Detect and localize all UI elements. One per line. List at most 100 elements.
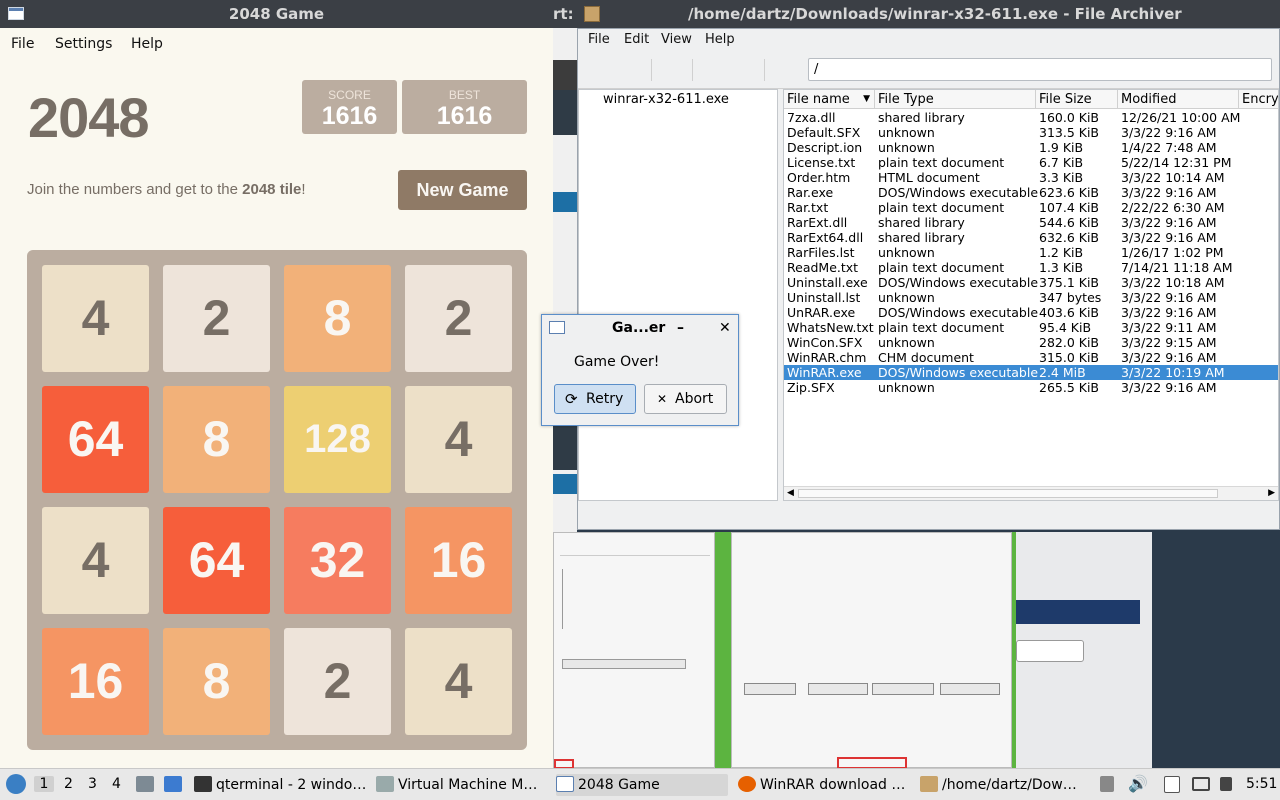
tile: 128 (284, 386, 391, 493)
game-window-titlebar[interactable]: 2048 Game (0, 0, 553, 28)
task-label: qterminal - 2 windo… (216, 777, 366, 793)
tile: 2 (405, 265, 512, 372)
file-row[interactable]: 7zxa.dll shared library 160.0 KiB 12/26/21 … (784, 110, 1278, 125)
horizontal-scrollbar[interactable]: ◀ ▶ (784, 486, 1278, 500)
file-modified: 5/22/14 12:31 PM (1121, 155, 1232, 170)
file-row[interactable]: ReadMe.txt plain text document 1.3 KiB 7/14… (784, 260, 1278, 275)
window-icon (556, 776, 574, 792)
file-row[interactable]: UnRAR.exe DOS/Windows executable 403.6 KiB… (784, 305, 1278, 320)
new-game-button[interactable]: New Game (398, 170, 527, 210)
file-type: plain text document (878, 260, 1005, 275)
app-menu-icon[interactable] (6, 774, 26, 794)
file-row[interactable]: License.txt plain text document 6.7 KiB 5/2… (784, 155, 1278, 170)
workspace-4[interactable]: 4 (112, 776, 121, 792)
file-row[interactable]: Order.htm HTML document 3.3 KiB 3/3/22 10:1… (784, 170, 1278, 185)
file-row[interactable]: Rar.exe DOS/Windows executable 623.6 KiB 3/… (784, 185, 1278, 200)
column-header-file-name[interactable]: File name ▼ (784, 90, 875, 109)
file-row[interactable]: WinCon.SFX unknown 282.0 KiB 3/3/22 9:15 AM (784, 335, 1278, 350)
task-2048-game[interactable]: 2048 Game (556, 774, 728, 796)
task-file-archiver[interactable]: /home/dartz/Dow… (920, 774, 1092, 796)
archiver-menu-file[interactable]: File (588, 32, 610, 47)
path-input[interactable] (808, 58, 1272, 81)
file-row[interactable]: Zip.SFX unknown 265.5 KiB 3/3/22 9:16 AM (784, 380, 1278, 395)
file-modified: 3/3/22 9:16 AM (1121, 305, 1217, 320)
scroll-left-icon[interactable]: ◀ (787, 487, 794, 500)
game-heading: 2048 (28, 86, 150, 149)
best-box: BEST 1616 (402, 80, 527, 134)
file-name: RarExt64.dll (787, 230, 864, 245)
column-header-file-size[interactable]: File Size (1036, 90, 1118, 109)
game-board[interactable]: 4 2 8 2 64 8 128 4 4 64 32 16 16 8 2 4 (27, 250, 527, 750)
file-list-pane: File name ▼ File Type File Size Modified … (783, 89, 1279, 501)
task-label: /home/dartz/Dow… (942, 777, 1077, 793)
file-row[interactable]: WinRAR.exe DOS/Windows executable 2.4 MiB 3… (784, 365, 1278, 380)
background-green-border (715, 532, 731, 768)
file-size: 265.5 KiB (1039, 380, 1100, 395)
abort-button[interactable]: ✕ Abort (644, 384, 727, 414)
file-type: HTML document (878, 170, 980, 185)
scroll-right-icon[interactable]: ▶ (1268, 487, 1275, 500)
dialog-window-icon (549, 321, 565, 334)
game-window: 2048 Game File Settings Help 2048 SCORE … (0, 0, 553, 768)
close-icon[interactable]: ✕ (719, 315, 731, 341)
file-modified: 3/3/22 9:15 AM (1121, 335, 1217, 350)
power-icon[interactable] (1220, 777, 1232, 791)
partial-window-title: rt: (553, 5, 574, 23)
file-row[interactable]: RarExt64.dll shared library 632.6 KiB 3/3/2… (784, 230, 1278, 245)
scroll-thumb[interactable] (798, 489, 1218, 498)
archiver-titlebar[interactable]: rt: /home/dartz/Downloads/winrar-x32-611… (553, 0, 1280, 28)
workspace-3[interactable]: 3 (88, 776, 97, 792)
file-manager-icon[interactable] (136, 776, 154, 792)
clock[interactable]: 5:51 (1246, 776, 1277, 792)
file-name: Uninstall.lst (787, 290, 861, 305)
archiver-menu-view[interactable]: View (661, 32, 692, 47)
task-firefox[interactable]: WinRAR download … (738, 774, 910, 796)
clipboard-icon[interactable] (1164, 776, 1180, 793)
minimize-icon[interactable]: – (677, 315, 684, 341)
file-row[interactable]: Descript.ion unknown 1.9 KiB 1/4/22 7:48 AM (784, 140, 1278, 155)
task-qterminal[interactable]: qterminal - 2 windo… (194, 774, 366, 796)
network-icon[interactable] (1100, 776, 1114, 792)
dialog-titlebar[interactable]: Ga...er – ✕ (542, 315, 738, 341)
show-desktop-icon[interactable] (164, 776, 182, 792)
file-size: 2.4 MiB (1039, 365, 1086, 380)
file-name: RarFiles.lst (787, 245, 855, 260)
file-row[interactable]: WhatsNew.txt plain text document 95.4 KiB 3… (784, 320, 1278, 335)
task-virtual-machine-manager[interactable]: Virtual Machine M… (376, 774, 548, 796)
file-type: shared library (878, 215, 965, 230)
score-label: SCORE (328, 88, 371, 102)
file-row[interactable]: Default.SFX unknown 313.5 KiB 3/3/22 9:16 A… (784, 125, 1278, 140)
column-header-modified[interactable]: Modified (1118, 90, 1239, 109)
file-type: shared library (878, 230, 965, 245)
file-name: UnRAR.exe (787, 305, 856, 320)
file-row[interactable]: WinRAR.chm CHM document 315.0 KiB 3/3/22 9:… (784, 350, 1278, 365)
file-modified: 7/14/21 11:18 AM (1121, 260, 1233, 275)
file-name: Rar.txt (787, 200, 829, 215)
menu-settings[interactable]: Settings (55, 36, 112, 52)
folder-tree-pane: winrar-x32-611.exe (578, 89, 778, 501)
file-modified: 3/3/22 10:19 AM (1121, 365, 1225, 380)
archiver-menu-edit[interactable]: Edit (624, 32, 649, 47)
file-name: Zip.SFX (787, 380, 835, 395)
file-row[interactable]: Rar.txt plain text document 107.4 KiB 2/22/… (784, 200, 1278, 215)
archiver-menu-help[interactable]: Help (705, 32, 735, 47)
file-row[interactable]: Uninstall.lst unknown 347 bytes 3/3/22 9:16… (784, 290, 1278, 305)
tree-item-archive[interactable]: winrar-x32-611.exe (603, 92, 729, 107)
menu-help[interactable]: Help (131, 36, 163, 52)
workspace-2[interactable]: 2 (64, 776, 73, 792)
archiver-window: File Edit View Help winrar-x32-611.exe F… (577, 28, 1280, 530)
column-header-file-type[interactable]: File Type (875, 90, 1036, 109)
retry-button[interactable]: ⟳ Retry (554, 384, 636, 414)
display-icon[interactable] (1192, 777, 1210, 791)
file-row[interactable]: Uninstall.exe DOS/Windows executable 375.1… (784, 275, 1278, 290)
file-size: 347 bytes (1039, 290, 1102, 305)
task-label: 2048 Game (578, 777, 660, 793)
file-row[interactable]: RarExt.dll shared library 544.6 KiB 3/3/22 … (784, 215, 1278, 230)
column-header-encrypted[interactable]: Encryp (1239, 90, 1278, 109)
workspace-1[interactable]: 1 (34, 776, 54, 792)
file-modified: 12/26/21 10:00 AM (1121, 110, 1241, 125)
menu-file[interactable]: File (11, 36, 34, 52)
volume-icon[interactable]: 🔊 (1128, 774, 1148, 793)
file-modified: 3/3/22 9:11 AM (1121, 320, 1217, 335)
file-row[interactable]: RarFiles.lst unknown 1.2 KiB 1/26/17 1:02 P… (784, 245, 1278, 260)
